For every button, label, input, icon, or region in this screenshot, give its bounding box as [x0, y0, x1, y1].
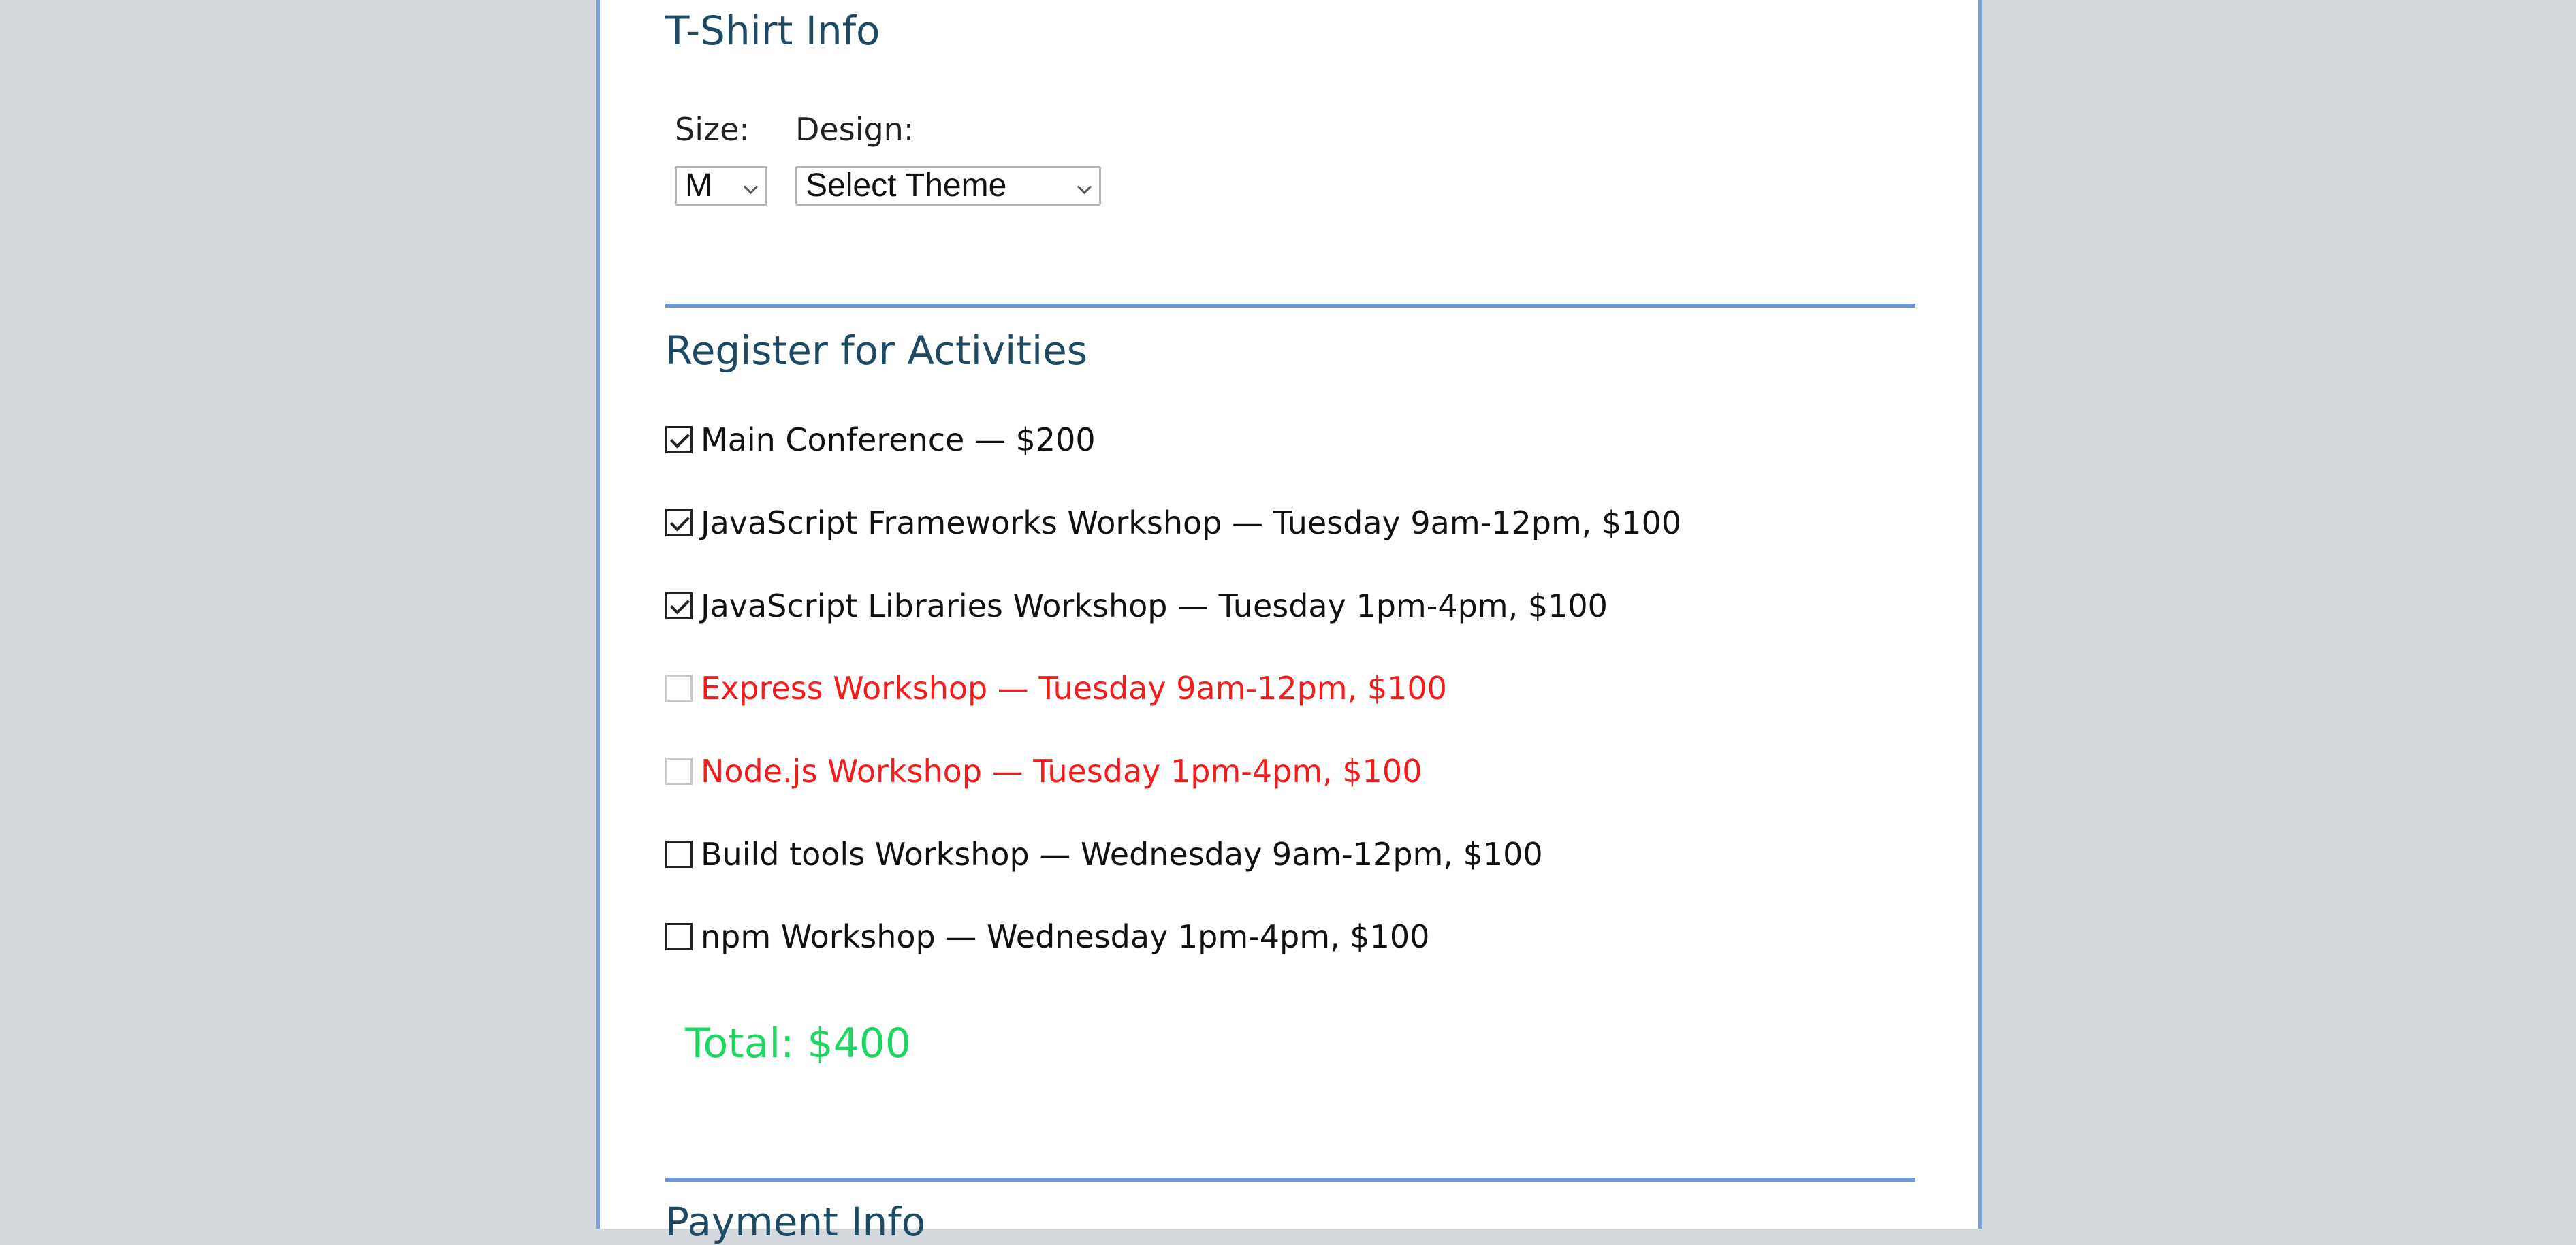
section-divider	[665, 304, 1915, 308]
design-select[interactable]: Select Theme	[795, 166, 1101, 206]
size-select[interactable]: M	[675, 166, 767, 206]
payment-heading: Payment Info	[665, 1199, 926, 1245]
activity-label: Node.js Workshop — Tuesday 1pm-4pm, $100	[701, 753, 1422, 790]
checkmark-icon	[670, 511, 690, 532]
activity-label: npm Workshop — Wednesday 1pm-4pm, $100	[701, 918, 1430, 955]
activity-label: JavaScript Libraries Workshop — Tuesday …	[701, 587, 1608, 624]
activity-label: JavaScript Frameworks Workshop — Tuesday…	[701, 504, 1682, 541]
checkbox[interactable]	[665, 923, 693, 950]
tshirt-heading: T-Shirt Info	[665, 7, 880, 54]
design-select-value: Select Theme	[806, 167, 1007, 204]
chevron-down-icon	[1077, 179, 1092, 195]
checkmark-icon	[670, 594, 690, 615]
total-cost: Total: $400	[685, 1020, 912, 1067]
activity-label: Express Workshop — Tuesday 9am-12pm, $10…	[701, 670, 1447, 707]
activity-label: Build tools Workshop — Wednesday 9am-12p…	[701, 836, 1543, 873]
checkbox[interactable]	[665, 841, 693, 868]
checkbox-checked[interactable]	[665, 592, 693, 619]
chevron-down-icon	[743, 179, 759, 195]
activities-heading: Register for Activities	[665, 327, 1088, 374]
checkbox-checked[interactable]	[665, 426, 693, 453]
checkbox-checked[interactable]	[665, 509, 693, 536]
activity-label: Main Conference — $200	[701, 421, 1096, 458]
size-label: Size:	[675, 111, 750, 148]
checkmark-icon	[670, 428, 690, 449]
size-select-value: M	[685, 167, 712, 204]
checkbox	[665, 675, 693, 702]
section-divider	[665, 1178, 1915, 1182]
checkbox	[665, 758, 693, 785]
design-label: Design:	[795, 111, 915, 148]
